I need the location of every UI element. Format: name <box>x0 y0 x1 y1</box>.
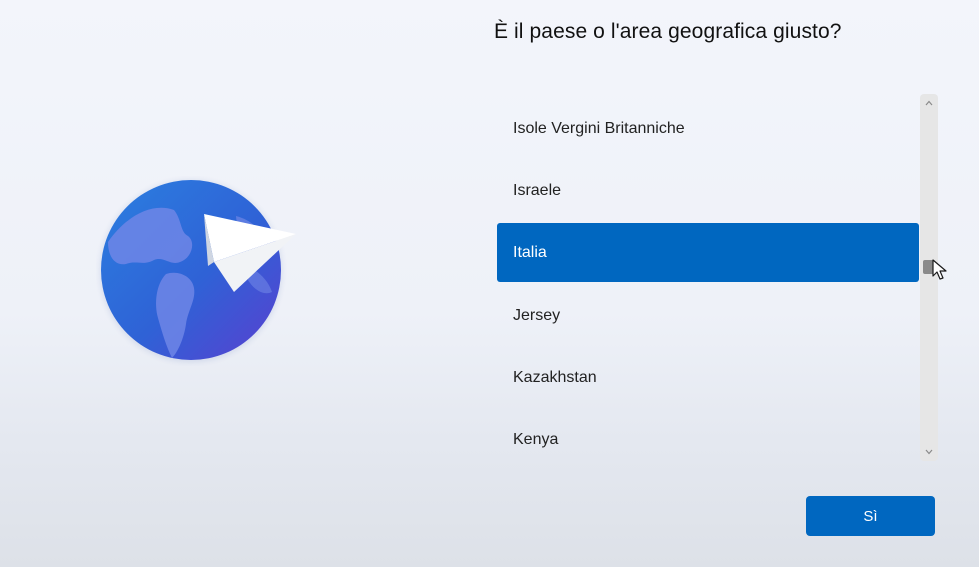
list-item-label: Kenya <box>513 430 559 448</box>
list-item-label: Isole Vergini Britanniche <box>513 119 685 137</box>
list-item-jersey[interactable]: Jersey <box>497 286 919 345</box>
list-item-label: Italia <box>513 243 547 261</box>
list-item-kenya[interactable]: Kenya <box>497 410 919 460</box>
globe-paper-plane-icon <box>100 180 296 362</box>
yes-button[interactable]: Sì <box>806 496 935 536</box>
mouse-cursor-icon <box>932 259 947 280</box>
chevron-up-icon <box>925 100 933 106</box>
list-item-isole-vergini-britanniche[interactable]: Isole Vergini Britanniche <box>497 99 919 158</box>
illustration-pane <box>0 0 470 567</box>
list-item-label: Israele <box>513 181 562 199</box>
list-item-label: Jersey <box>513 306 561 324</box>
chevron-down-icon <box>925 449 933 455</box>
list-item-kazakhstan[interactable]: Kazakhstan <box>497 348 919 407</box>
scroll-down-button[interactable] <box>920 445 938 459</box>
list-item-label: Kazakhstan <box>513 368 597 386</box>
page-title: È il paese o l'area geografica giusto? <box>494 20 842 43</box>
country-list[interactable]: Isole Vergini Britanniche Israele Italia… <box>497 98 919 460</box>
scroll-up-button[interactable] <box>920 96 938 110</box>
list-item-israele[interactable]: Israele <box>497 161 919 220</box>
list-item-italia[interactable]: Italia <box>497 223 919 282</box>
